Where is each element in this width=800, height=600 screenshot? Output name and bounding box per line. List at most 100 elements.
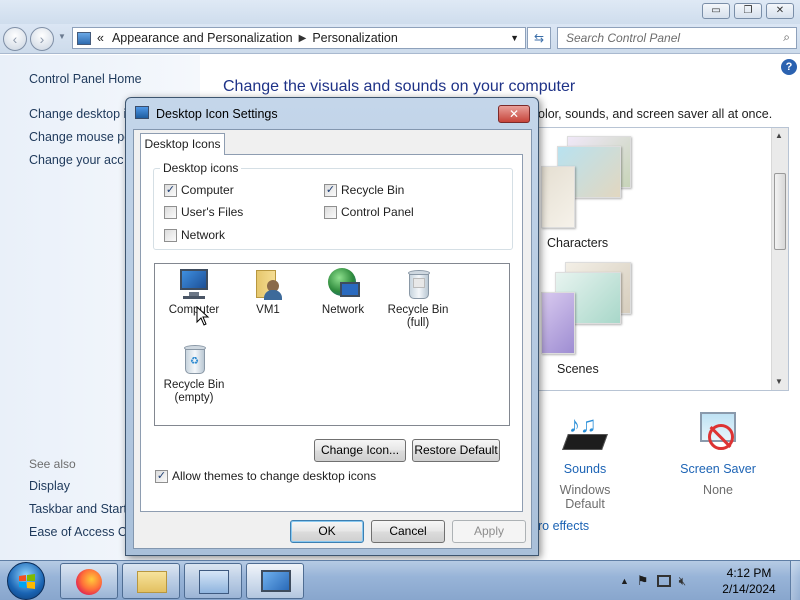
breadcrumb-appearance[interactable]: Appearance and Personalization bbox=[112, 31, 293, 45]
themes-list[interactable]: Characters Scenes ▲ ▼ bbox=[538, 127, 789, 391]
windows-logo-icon bbox=[19, 574, 35, 589]
ease-of-access-link[interactable]: Ease of Access Cer bbox=[29, 525, 138, 539]
network-checkbox-row[interactable]: Network bbox=[164, 228, 225, 242]
change-account-picture-link[interactable]: Change your acc bbox=[29, 153, 124, 167]
screen-saver-item[interactable]: Screen Saver None bbox=[673, 410, 763, 497]
title-bar: ▭ ❐ ✕ bbox=[0, 0, 800, 24]
taskbar-desktop-icon-settings-button[interactable] bbox=[246, 563, 304, 599]
theme-characters-label[interactable]: Characters bbox=[547, 236, 608, 250]
screen-saver-value: None bbox=[703, 483, 733, 497]
user-folder-icon bbox=[251, 268, 285, 300]
control-panel-checkbox[interactable] bbox=[324, 205, 337, 219]
desktop-icon-settings-icon bbox=[261, 570, 291, 592]
icon-preview-list[interactable]: Computer VM1 Network Recycle Bin (full) … bbox=[154, 263, 510, 426]
users-files-checkbox-label[interactable]: User's Files bbox=[181, 205, 243, 219]
preview-label-network: Network bbox=[321, 304, 365, 316]
address-dropdown-icon[interactable]: ▼ bbox=[510, 33, 519, 43]
network-tray-icon[interactable] bbox=[656, 575, 671, 587]
cancel-button[interactable]: Cancel bbox=[371, 520, 445, 543]
network-checkbox[interactable] bbox=[164, 228, 177, 242]
control-panel-checkbox-label[interactable]: Control Panel bbox=[341, 205, 414, 219]
recycle-bin-checkbox-row[interactable]: ✓ Recycle Bin bbox=[324, 183, 404, 197]
forward-button[interactable]: › bbox=[30, 27, 54, 51]
close-button[interactable]: ✕ bbox=[766, 3, 794, 19]
change-icon-button[interactable]: Change Icon... bbox=[314, 439, 406, 462]
display-link[interactable]: Display bbox=[29, 479, 70, 493]
change-mouse-pointers-link[interactable]: Change mouse po bbox=[29, 130, 131, 144]
preview-item-computer[interactable]: Computer bbox=[156, 268, 232, 316]
scroll-down-icon[interactable]: ▼ bbox=[775, 377, 783, 386]
computer-checkbox-label[interactable]: Computer bbox=[181, 183, 234, 197]
tab-desktop-icons[interactable]: Desktop Icons bbox=[140, 133, 225, 155]
recycle-bin-checkbox-label[interactable]: Recycle Bin bbox=[341, 183, 404, 197]
preview-label-vm1: VM1 bbox=[256, 304, 280, 316]
recycle-bin-full-icon bbox=[401, 268, 435, 300]
users-files-checkbox-row[interactable]: User's Files bbox=[164, 205, 243, 219]
dialog-icon bbox=[135, 106, 149, 119]
back-button[interactable]: ‹ bbox=[3, 27, 27, 51]
taskbar-explorer-button[interactable] bbox=[122, 563, 180, 599]
breadcrumb-separator-icon[interactable]: ▶ bbox=[299, 33, 307, 44]
clock-time: 4:12 PM bbox=[726, 566, 772, 580]
scrollbar-thumb[interactable] bbox=[774, 173, 786, 250]
allow-themes-checkbox-row[interactable]: ✓ Allow themes to change desktop icons bbox=[155, 469, 376, 483]
clock-date: 2/14/2024 bbox=[722, 582, 776, 596]
help-icon[interactable]: ? bbox=[781, 59, 797, 75]
clock[interactable]: 4:12 PM 2/14/2024 bbox=[716, 565, 782, 597]
search-icon[interactable]: ⌕ bbox=[783, 30, 790, 45]
breadcrumb-personalization[interactable]: Personalization bbox=[312, 31, 397, 45]
network-checkbox-label[interactable]: Network bbox=[181, 228, 225, 242]
screen-saver-icon bbox=[694, 410, 742, 458]
desktop-icons-group-label: Desktop icons bbox=[160, 161, 242, 175]
address-bar[interactable]: « Appearance and Personalization ▶ Perso… bbox=[72, 27, 526, 49]
theme-scenes-thumbnail[interactable] bbox=[541, 262, 631, 354]
themes-scrollbar[interactable]: ▲ ▼ bbox=[771, 128, 788, 390]
sounds-value: Windows Default bbox=[559, 483, 611, 511]
computer-icon bbox=[177, 268, 211, 300]
recent-pages-icon[interactable]: ▼ bbox=[58, 32, 66, 41]
minimize-button[interactable]: ▭ bbox=[702, 3, 730, 19]
control-panel-checkbox-row[interactable]: Control Panel bbox=[324, 205, 414, 219]
sounds-link[interactable]: Sounds bbox=[540, 462, 630, 476]
computer-checkbox[interactable]: ✓ bbox=[164, 183, 177, 197]
ok-button[interactable]: OK bbox=[290, 520, 364, 543]
preview-item-recycle-bin-full[interactable]: Recycle Bin (full) bbox=[380, 268, 456, 330]
sounds-icon: ♪♫ bbox=[561, 410, 609, 458]
sounds-item[interactable]: ♪♫ Sounds Windows Default bbox=[540, 410, 630, 511]
show-desktop-button[interactable] bbox=[790, 561, 800, 600]
dialog-close-button[interactable]: ✕ bbox=[498, 105, 530, 123]
taskbar-firefox-button[interactable] bbox=[60, 563, 118, 599]
file-explorer-icon bbox=[137, 571, 167, 593]
allow-themes-checkbox[interactable]: ✓ bbox=[155, 469, 168, 483]
control-panel-home-link[interactable]: Control Panel Home bbox=[29, 72, 142, 86]
recycle-bin-checkbox[interactable]: ✓ bbox=[324, 183, 337, 197]
refresh-button[interactable]: ⇆ bbox=[527, 27, 551, 49]
taskbar-start-link[interactable]: Taskbar and Start I bbox=[29, 502, 134, 516]
search-input[interactable]: Search Control Panel ⌕ bbox=[557, 27, 797, 49]
window-color-link[interactable]: ro effects bbox=[538, 519, 589, 533]
control-panel-icon bbox=[77, 31, 91, 45]
computer-checkbox-row[interactable]: ✓ Computer bbox=[164, 183, 234, 197]
start-button[interactable] bbox=[7, 562, 45, 600]
system-tray: ▲ ⚑ 🔇︎ bbox=[620, 569, 686, 593]
allow-themes-label[interactable]: Allow themes to change desktop icons bbox=[172, 469, 376, 483]
apply-button[interactable]: Apply bbox=[452, 520, 526, 543]
preview-item-vm1[interactable]: VM1 bbox=[230, 268, 306, 316]
action-center-flag-icon[interactable]: ⚑ bbox=[637, 573, 649, 589]
theme-scenes-label[interactable]: Scenes bbox=[557, 362, 599, 376]
page-title: Change the visuals and sounds on your co… bbox=[223, 78, 576, 95]
address-prefix[interactable]: « bbox=[97, 31, 104, 45]
preview-item-network[interactable]: Network bbox=[305, 268, 381, 316]
preview-item-recycle-bin-empty[interactable]: ♻ Recycle Bin (empty) bbox=[156, 343, 232, 405]
users-files-checkbox[interactable] bbox=[164, 205, 177, 219]
theme-characters-thumbnail[interactable] bbox=[541, 136, 631, 228]
show-hidden-icons-icon[interactable]: ▲ bbox=[620, 576, 629, 586]
page-subtitle: olor, sounds, and screen saver all at on… bbox=[538, 107, 773, 121]
taskbar-control-panel-button[interactable] bbox=[184, 563, 242, 599]
restore-default-button[interactable]: Restore Default bbox=[412, 439, 500, 462]
maximize-button[interactable]: ❐ bbox=[734, 3, 762, 19]
volume-muted-icon[interactable]: 🔇︎ bbox=[679, 574, 687, 589]
scroll-up-icon[interactable]: ▲ bbox=[775, 131, 783, 140]
screen-saver-link[interactable]: Screen Saver bbox=[673, 462, 763, 476]
change-desktop-icons-link[interactable]: Change desktop ic bbox=[29, 107, 133, 121]
